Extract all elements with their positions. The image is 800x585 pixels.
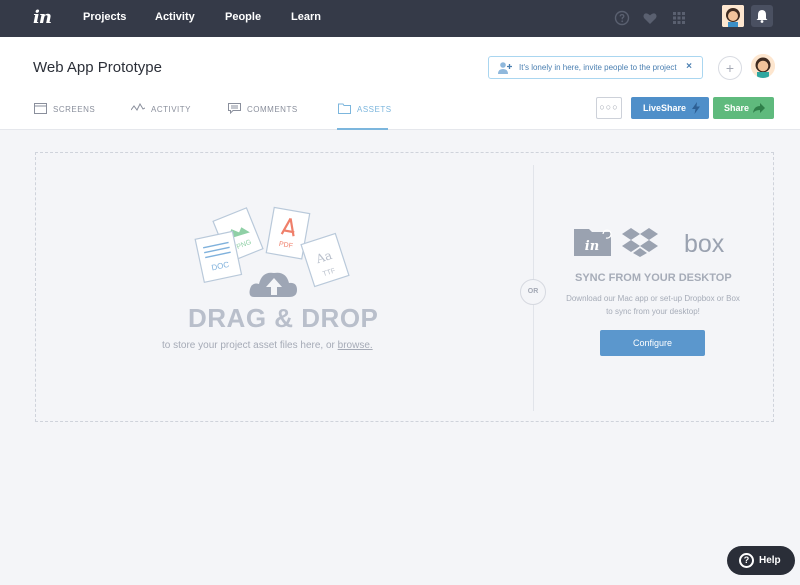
- file-types-illustration: PNG PDF Aa TTF DOC: [194, 206, 350, 297]
- drag-drop-subtitle-text: to store your project asset files here, …: [162, 340, 338, 351]
- nav-activity[interactable]: Activity: [155, 11, 195, 23]
- configure-button[interactable]: Configure: [600, 330, 705, 356]
- comments-icon: [228, 103, 241, 114]
- activity-icon: [131, 103, 145, 111]
- tab-comments[interactable]: COMMENTS: [247, 105, 298, 114]
- help-icon: ?: [739, 553, 754, 568]
- question-icon[interactable]: [614, 10, 630, 26]
- drag-drop-subtitle: to store your project asset files here, …: [162, 340, 373, 351]
- nav-people[interactable]: People: [225, 11, 261, 23]
- drag-drop-title: DRAG & DROP: [188, 303, 379, 333]
- share-button[interactable]: Share: [713, 97, 774, 119]
- add-collaborator-button[interactable]: +: [718, 56, 742, 80]
- tab-activity[interactable]: ACTIVITY: [151, 105, 191, 114]
- help-button[interactable]: ? Help: [727, 546, 795, 575]
- invite-text[interactable]: It's lonely in here, invite people to th…: [519, 63, 677, 72]
- share-label: Share: [724, 103, 750, 113]
- avatar-illustration: [722, 5, 744, 27]
- collaborator-avatar[interactable]: [751, 54, 775, 78]
- liveshare-button[interactable]: LiveShare: [631, 97, 709, 119]
- tab-screens[interactable]: SCREENS: [53, 105, 95, 114]
- dropbox-icon: [622, 228, 658, 257]
- liveshare-label: LiveShare: [643, 103, 687, 113]
- grid-icon[interactable]: [671, 10, 687, 26]
- project-title: Web App Prototype: [33, 59, 162, 76]
- invision-folder-logo: in: [585, 239, 599, 254]
- heart-icon[interactable]: [642, 10, 658, 26]
- cloud-upload-icon: [249, 272, 297, 297]
- browse-link[interactable]: browse.: [338, 340, 373, 351]
- help-label: Help: [759, 555, 781, 566]
- invision-folder-icon: in: [574, 229, 612, 256]
- avatar-illustration: [751, 54, 775, 78]
- nav-learn[interactable]: Learn: [291, 11, 321, 23]
- lightning-icon: [692, 102, 700, 114]
- box-logo: box: [684, 230, 725, 258]
- user-avatar[interactable]: [722, 5, 744, 27]
- active-tab-indicator: [337, 128, 388, 130]
- or-separator: OR: [520, 279, 546, 305]
- add-person-icon: [498, 62, 512, 74]
- tab-assets[interactable]: ASSETS: [357, 105, 392, 114]
- sync-description: Download our Mac app or set-up Dropbox o…: [566, 294, 740, 316]
- invite-banner[interactable]: It's lonely in here, invite people to th…: [488, 56, 703, 79]
- close-icon[interactable]: ×: [686, 61, 692, 72]
- share-arrow-icon: [753, 103, 765, 113]
- project-header: Web App Prototype It's lonely in here, i…: [0, 37, 800, 130]
- invision-logo[interactable]: in: [33, 7, 52, 28]
- more-options-button[interactable]: ○○○: [596, 97, 622, 119]
- nav-projects[interactable]: Projects: [83, 11, 126, 23]
- sync-title: SYNC FROM YOUR DESKTOP: [575, 272, 732, 284]
- asset-dropzone[interactable]: [35, 152, 774, 422]
- sync-services-icons: in box: [574, 228, 725, 258]
- top-navbar: in Projects Activity People Learn: [0, 0, 800, 37]
- screens-icon: [34, 103, 47, 114]
- notifications-button[interactable]: [751, 5, 773, 27]
- folder-icon: [338, 103, 351, 114]
- bell-icon: [756, 10, 768, 23]
